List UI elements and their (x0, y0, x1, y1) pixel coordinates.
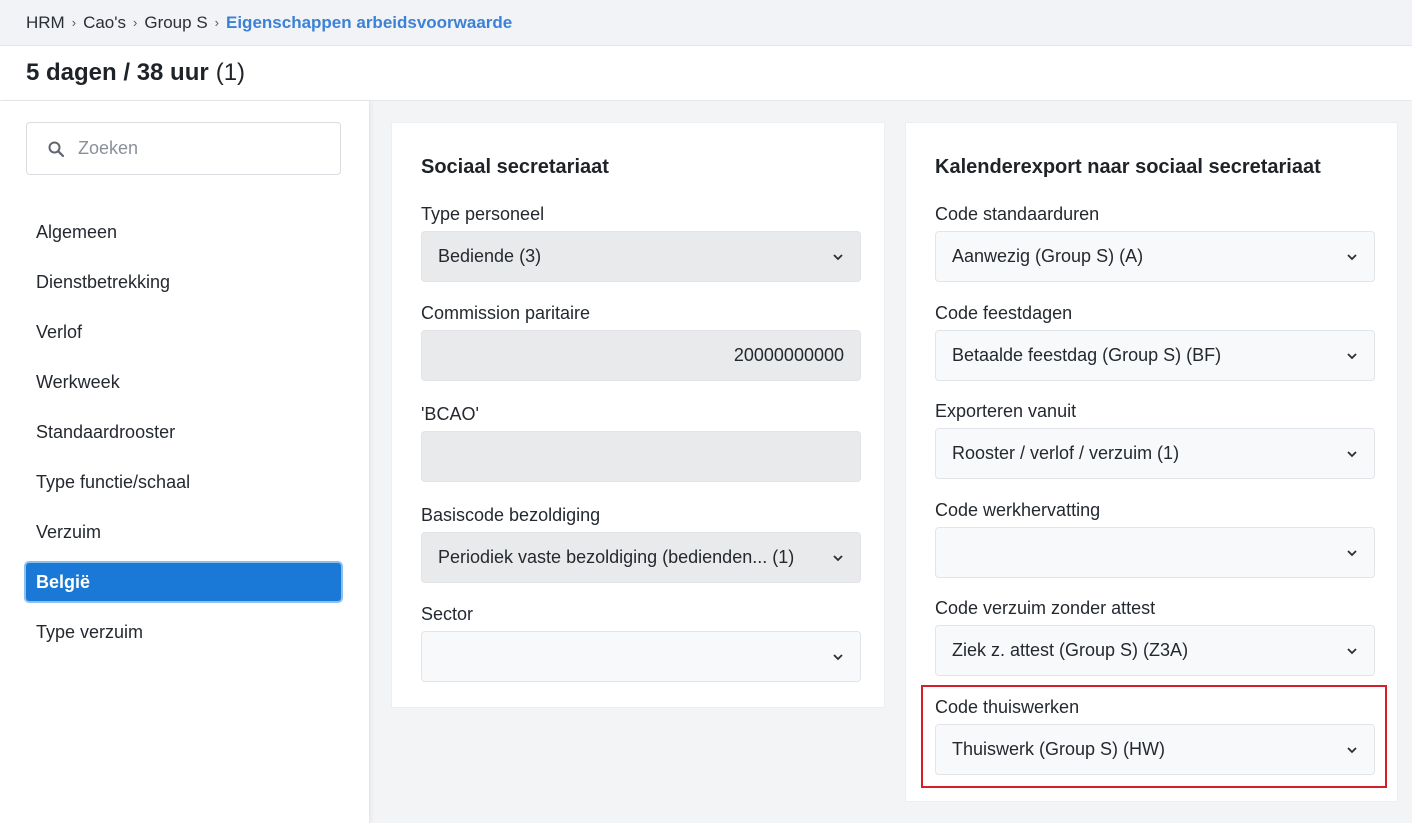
chevron-down-icon (833, 653, 843, 660)
field-label: Code verzuim zonder attest (935, 598, 1156, 618)
select-value: Aanwezig (Group S) (A) (952, 246, 1144, 266)
field-label: Type personeel (421, 204, 545, 224)
basiscode-bezoldiging-select[interactable]: Periodiek vaste bezoldiging (bedienden..… (421, 532, 861, 583)
highlight-box (921, 685, 1387, 788)
chevron-right-icon: › (133, 15, 138, 30)
field-label: Code feestdagen (935, 303, 1073, 323)
field-basiscode-bezoldiging: Basiscode bezoldiging Periodiek vaste be… (421, 503, 861, 583)
search-box[interactable] (26, 122, 341, 175)
search-input[interactable] (78, 138, 318, 159)
field-label: 'BCAO' (421, 404, 479, 424)
sidebar-item-verzuim[interactable]: Verzuim (26, 513, 341, 551)
chevron-right-icon: › (214, 15, 219, 30)
input-value: 20000000000 (733, 345, 844, 365)
sidebar-item-type-functie-schaal[interactable]: Type functie/schaal (26, 463, 341, 501)
field-label: Code werkhervatting (935, 500, 1101, 520)
chevron-right-icon: › (71, 15, 77, 30)
sidebar: Algemeen Dienstbetrekking Verlof Werkwee… (0, 101, 370, 823)
field-label: Commission paritaire (421, 303, 591, 323)
exporteren-vanuit-select[interactable]: Rooster / verlof / verzuim (1) (935, 428, 1375, 479)
breadcrumb-item-group[interactable]: Group S (144, 13, 207, 33)
sidebar-item-standaardrooster[interactable]: Standaardrooster (26, 413, 341, 451)
field-exporteren-vanuit: Exporteren vanuit Rooster / verlof / ver… (935, 399, 1375, 479)
breadcrumb: HRM › Cao's › Group S › Eigenschappen ar… (0, 0, 1412, 46)
code-feestdagen-select[interactable]: Betaalde feestdag (Group S) (BF) (935, 330, 1375, 381)
page-header: 5 dagen / 38 uur (1) (0, 46, 1412, 101)
panel-title: Kalenderexport naar sociaal secretariaat (935, 156, 1321, 178)
chevron-down-icon (833, 253, 843, 260)
chevron-down-icon (1347, 352, 1357, 359)
field-commission-paritaire: Commission paritaire 20000000000 (421, 301, 861, 381)
select-value: Bediende (3) (438, 246, 542, 266)
panel-title: Sociaal secretariaat (421, 156, 609, 178)
sidebar-item-belgie[interactable]: België (26, 563, 341, 601)
select-value: Periodiek vaste bezoldiging (bedienden..… (438, 547, 795, 567)
commission-paritaire-input[interactable]: 20000000000 (421, 330, 861, 381)
breadcrumb-item-hrm[interactable]: HRM (26, 13, 65, 33)
breadcrumb-item-caos[interactable]: Cao's (83, 13, 126, 33)
chevron-down-icon (833, 554, 843, 561)
chevron-down-icon (1347, 549, 1357, 556)
sidebar-item-verlof[interactable]: Verlof (26, 313, 341, 351)
bcao-input[interactable] (421, 431, 861, 482)
field-type-personeel: Type personeel Bediende (3) (421, 202, 861, 282)
field-label: Exporteren vanuit (935, 401, 1077, 421)
breadcrumb-current: Eigenschappen arbeidsvoorwaarde (226, 12, 513, 32)
code-werkhervatting-select[interactable] (935, 527, 1375, 578)
sociaal-secretariaat-panel: Sociaal secretariaat Type personeel Bedi… (391, 122, 885, 708)
field-label: Code standaarduren (935, 204, 1100, 224)
select-value: Rooster / verlof / verzuim (1) (952, 443, 1180, 463)
field-code-standaarduren: Code standaarduren Aanwezig (Group S) (A… (935, 202, 1375, 282)
page-title: 5 dagen / 38 uur (26, 59, 209, 86)
field-code-werkhervatting: Code werkhervatting (935, 498, 1375, 578)
field-label: Sector (421, 604, 474, 624)
code-verzuim-zonder-attest-select[interactable]: Ziek z. attest (Group S) (Z3A) (935, 625, 1375, 676)
field-code-verzuim-zonder-attest: Code verzuim zonder attest Ziek z. attes… (935, 596, 1375, 676)
code-standaarduren-select[interactable]: Aanwezig (Group S) (A) (935, 231, 1375, 282)
page-title-count: (1) (215, 59, 246, 86)
type-personeel-select[interactable]: Bediende (3) (421, 231, 861, 282)
sidebar-item-werkweek[interactable]: Werkweek (26, 363, 341, 401)
sector-select[interactable] (421, 631, 861, 682)
search-icon (48, 141, 65, 157)
field-code-feestdagen: Code feestdagen Betaalde feestdag (Group… (935, 301, 1375, 381)
field-label: Basiscode bezoldiging (421, 505, 601, 525)
select-value: Betaalde feestdag (Group S) (BF) (952, 345, 1222, 365)
sidebar-item-dienstbetrekking[interactable]: Dienstbetrekking (26, 263, 341, 301)
sidebar-nav: Algemeen Dienstbetrekking Verlof Werkwee… (26, 213, 341, 663)
select-value: Ziek z. attest (Group S) (Z3A) (952, 640, 1189, 660)
chevron-down-icon (1347, 450, 1357, 457)
sidebar-item-type-verzuim[interactable]: Type verzuim (26, 613, 341, 651)
field-sector: Sector (421, 602, 861, 682)
chevron-down-icon (1347, 647, 1357, 654)
sidebar-item-algemeen[interactable]: Algemeen (26, 213, 341, 251)
chevron-down-icon (1347, 253, 1357, 260)
field-bcao: 'BCAO' (421, 402, 861, 482)
